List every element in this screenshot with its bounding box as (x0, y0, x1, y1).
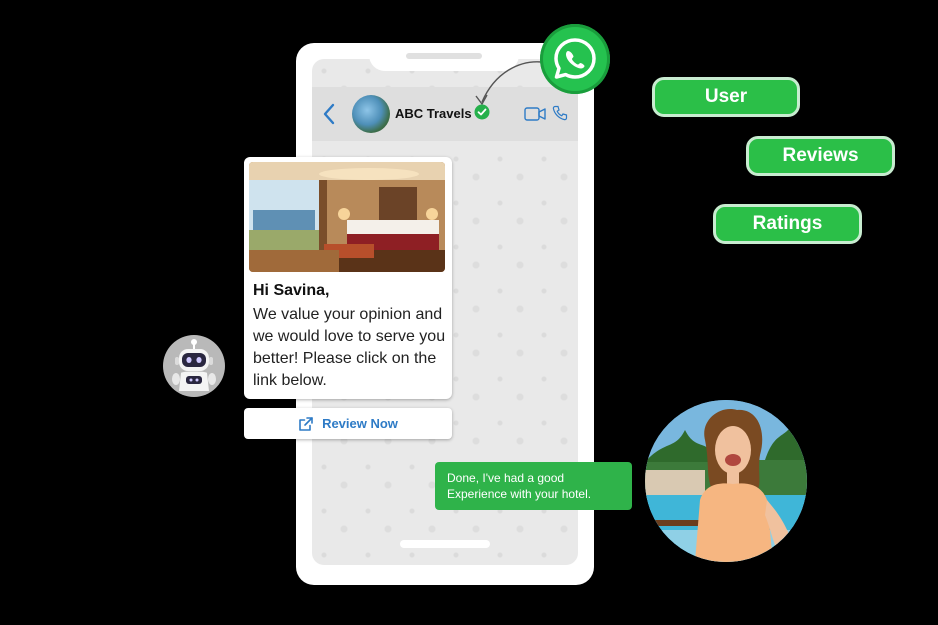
message-body: We value your opinion and we would love … (253, 306, 446, 389)
whatsapp-logo (540, 24, 610, 94)
hotel-room-image (249, 162, 445, 272)
phone-call-icon[interactable] (552, 105, 568, 121)
user-reply-bubble: Done, I've had a good Experience with yo… (435, 462, 632, 510)
pill-reviews: Reviews (746, 136, 895, 176)
contact-name[interactable]: ABC Travels (395, 106, 472, 121)
review-now-label: Review Now (322, 416, 398, 431)
pill-user: User (652, 77, 800, 117)
message-greeting: Hi Savina, (253, 282, 330, 299)
curved-arrow-icon (475, 61, 543, 105)
home-indicator (400, 540, 490, 548)
external-link-icon (299, 416, 313, 431)
whatsapp-icon (554, 38, 596, 79)
back-arrow-icon[interactable] (320, 102, 338, 126)
review-now-button[interactable]: Review Now (244, 408, 452, 439)
contact-avatar[interactable] (352, 95, 390, 133)
pill-ratings: Ratings (713, 204, 862, 244)
bot-avatar (163, 335, 225, 397)
robot-icon (172, 339, 216, 391)
template-message-card: Hi Savina, We value your opinion and we … (244, 157, 452, 399)
user-photo (645, 400, 807, 562)
